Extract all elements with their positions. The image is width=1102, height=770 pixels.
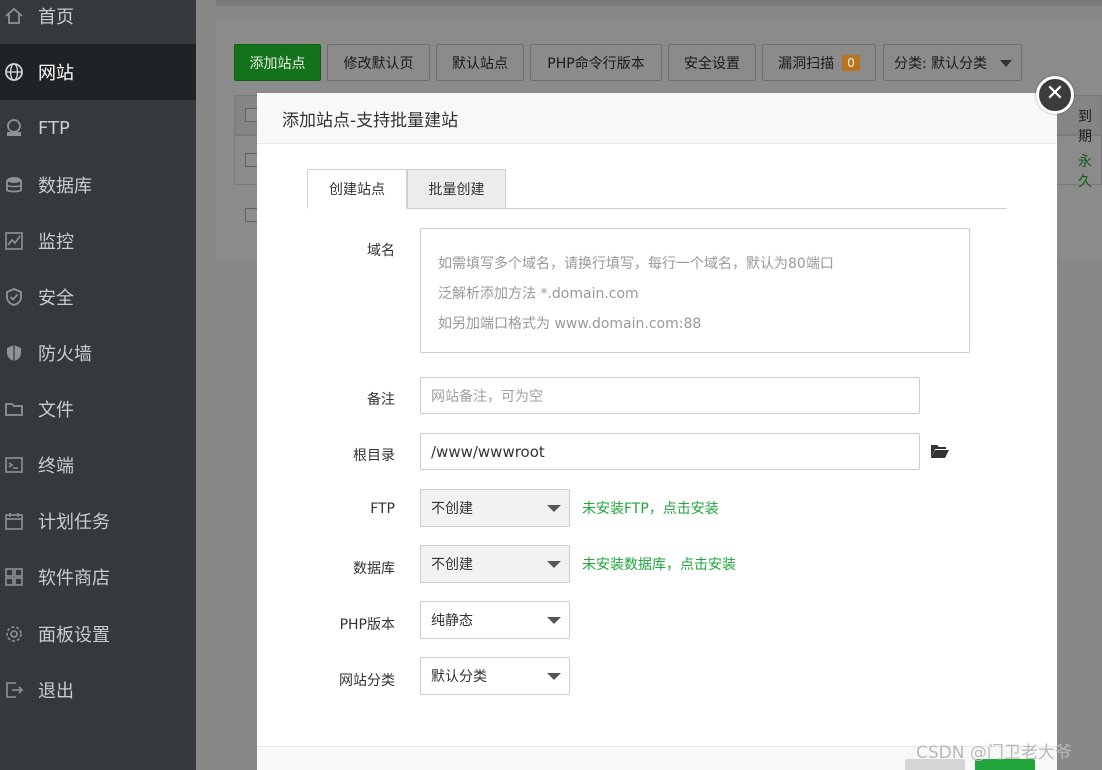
- sidebar-item-label: 数据库: [38, 176, 92, 197]
- chevron-down-icon: [547, 617, 561, 624]
- domain-label: 域名: [367, 243, 395, 259]
- sidebar-item-cron[interactable]: 计划任务: [0, 493, 196, 549]
- vuln-count-badge: 0: [842, 54, 860, 71]
- add-site-button[interactable]: 添加站点: [234, 44, 321, 81]
- sidebar-item-terminal[interactable]: 终端: [0, 437, 196, 493]
- domain-placeholder-line: 泛解析添加方法 *.domain.com: [438, 286, 639, 302]
- ftp-label: FTP: [370, 501, 395, 517]
- gear-icon: [0, 624, 38, 644]
- ftp-select[interactable]: 不创建: [420, 489, 570, 527]
- logout-icon: [0, 680, 38, 700]
- sidebar-item-monitor[interactable]: 监控: [0, 213, 196, 269]
- ftp-icon: [0, 118, 38, 138]
- firewall-icon: [0, 343, 38, 363]
- sidebar: 首页 网站 FTP 数据库 监控 安全 防火墙 文件 终端 计划任务 软件商店 …: [0, 0, 196, 770]
- chevron-down-icon: [547, 561, 561, 568]
- remark-label: 备注: [367, 392, 395, 408]
- ftp-select-value: 不创建: [431, 501, 473, 517]
- calendar-icon: [0, 511, 38, 531]
- root-dir-input[interactable]: /www/wwwroot: [420, 433, 920, 470]
- sidebar-item-label: 面板设置: [38, 625, 110, 646]
- remark-input[interactable]: 网站备注，可为空: [420, 377, 920, 414]
- sidebar-item-home[interactable]: 首页: [0, 0, 196, 44]
- domain-placeholder-line: 如另加端口格式为 www.domain.com:88: [438, 316, 702, 332]
- expire-column-header: 到期: [1078, 109, 1092, 145]
- install-ftp-link[interactable]: 未安装FTP，点击安装: [582, 498, 719, 518]
- monitor-icon: [0, 231, 38, 251]
- globe-icon: [0, 62, 38, 82]
- sidebar-item-settings[interactable]: 面板设置: [0, 606, 196, 662]
- category-select[interactable]: 分类: 默认分类: [883, 44, 1022, 81]
- sidebar-item-files[interactable]: 文件: [0, 381, 196, 437]
- top-panel: [216, 0, 1102, 6]
- close-dialog-button[interactable]: ✕: [1036, 76, 1074, 114]
- terminal-icon: [0, 455, 38, 475]
- sidebar-item-label: 计划任务: [38, 512, 110, 533]
- php-version-select[interactable]: 纯静态: [420, 601, 570, 639]
- watermark: CSDN @门卫老大爷: [916, 743, 1072, 763]
- site-category-label: 网站分类: [339, 673, 395, 689]
- close-icon: ✕: [1045, 81, 1065, 106]
- expire-value: 永久: [1078, 154, 1092, 190]
- database-icon: [0, 175, 38, 195]
- dialog-title: 添加站点-支持批量建站: [257, 93, 1057, 144]
- sidebar-item-logout[interactable]: 退出: [0, 662, 196, 718]
- chevron-down-icon: [547, 505, 561, 512]
- sidebar-item-label: 退出: [38, 681, 74, 702]
- sidebar-item-firewall[interactable]: 防火墙: [0, 325, 196, 381]
- sidebar-item-label: FTP: [38, 117, 70, 139]
- sidebar-item-label: 网站: [38, 63, 74, 84]
- root-dir-label: 根目录: [353, 448, 395, 464]
- home-icon: [0, 6, 38, 26]
- sidebar-item-label: 文件: [38, 400, 74, 421]
- sidebar-item-label: 监控: [38, 232, 74, 253]
- vuln-scan-label: 漏洞扫描: [778, 55, 835, 72]
- folder-open-icon[interactable]: [930, 443, 950, 463]
- edit-default-page-button[interactable]: 修改默认页: [327, 44, 430, 81]
- sidebar-item-label: 安全: [38, 288, 74, 309]
- apps-icon: [0, 567, 38, 587]
- php-cli-version-button[interactable]: PHP命令行版本: [530, 44, 662, 81]
- sidebar-item-store[interactable]: 软件商店: [0, 549, 196, 605]
- database-select[interactable]: 不创建: [420, 545, 570, 583]
- default-site-button[interactable]: 默认站点: [436, 44, 524, 81]
- site-category-select-value: 默认分类: [431, 669, 487, 685]
- domain-placeholder-line: 如需填写多个域名，请换行填写，每行一个域名，默认为80端口: [438, 256, 834, 272]
- site-category-select[interactable]: 默认分类: [420, 657, 570, 695]
- add-site-dialog: 添加站点-支持批量建站 创建站点 批量创建 域名 如需填写多个域名，请换行填写，…: [257, 93, 1057, 770]
- sidebar-item-security[interactable]: 安全: [0, 269, 196, 325]
- shield-check-icon: [0, 287, 38, 307]
- chevron-down-icon: [1000, 60, 1012, 67]
- chevron-down-icon: [547, 673, 561, 680]
- security-settings-button[interactable]: 安全设置: [668, 44, 756, 81]
- sidebar-item-label: 首页: [38, 7, 74, 28]
- category-select-label: 分类: 默认分类: [894, 55, 988, 72]
- domain-textarea[interactable]: 如需填写多个域名，请换行填写，每行一个域名，默认为80端口 泛解析添加方法 *.…: [420, 228, 970, 353]
- php-version-label: PHP版本: [339, 617, 395, 633]
- vuln-scan-button[interactable]: 漏洞扫描 0: [762, 44, 876, 81]
- database-label: 数据库: [353, 561, 395, 577]
- tab-batch-create[interactable]: 批量创建: [407, 169, 506, 209]
- php-version-select-value: 纯静态: [431, 613, 473, 629]
- sidebar-item-database[interactable]: 数据库: [0, 157, 196, 213]
- sidebar-item-label: 防火墙: [38, 344, 92, 365]
- dialog-tabs: 创建站点 批量创建: [307, 169, 1007, 209]
- sidebar-item-website[interactable]: 网站: [0, 44, 196, 100]
- sidebar-item-ftp[interactable]: FTP: [0, 100, 196, 156]
- sidebar-item-label: 软件商店: [38, 568, 110, 589]
- tab-create-site[interactable]: 创建站点: [307, 169, 407, 209]
- folder-icon: [0, 399, 38, 419]
- install-database-link[interactable]: 未安装数据库，点击安装: [582, 554, 736, 574]
- database-select-value: 不创建: [431, 557, 473, 573]
- sidebar-item-label: 终端: [38, 456, 74, 477]
